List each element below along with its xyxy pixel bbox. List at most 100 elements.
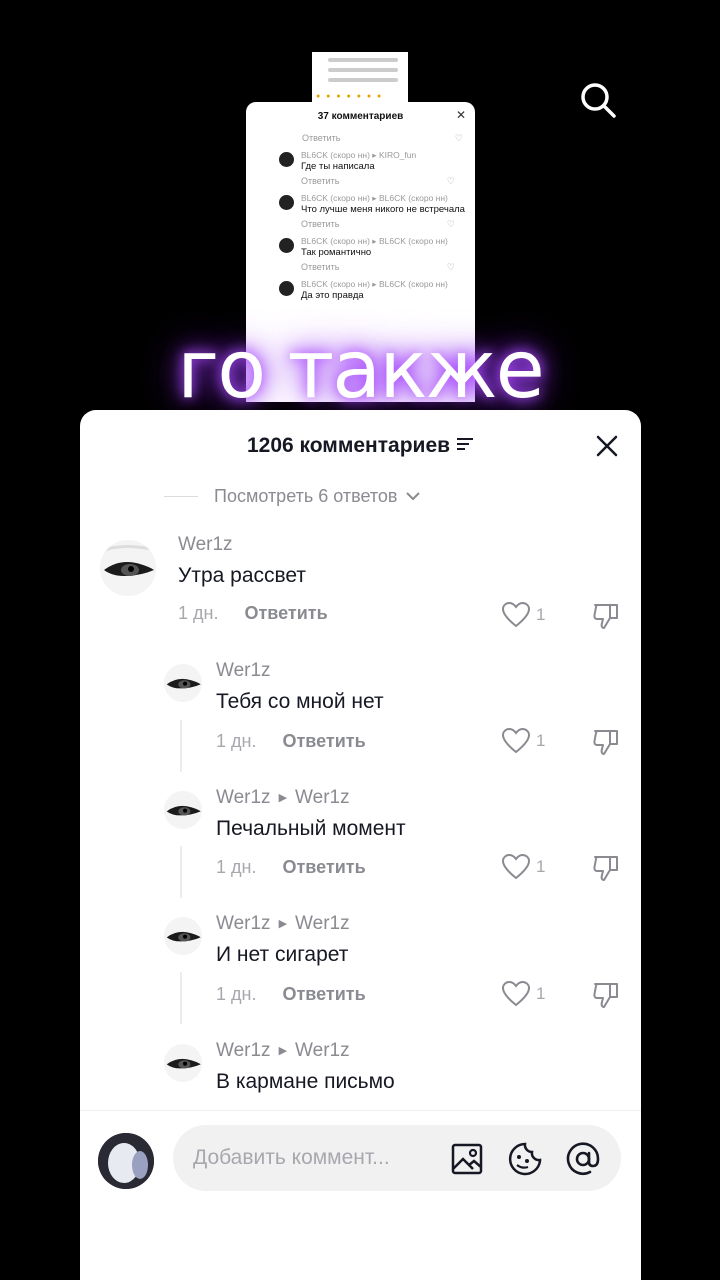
reply-to-username[interactable]: Wer1z [295,1040,350,1062]
comment-input[interactable]: Добавить коммент... [173,1125,621,1191]
comment-username[interactable]: Wer1z ▶ Wer1z [216,1040,350,1062]
comment-text: Тебя со мной нет [216,690,384,713]
comment-time: 1 дн. [178,603,219,623]
mini-panel-title: 37 комментариев [317,110,404,122]
comment-username[interactable]: Wer1z ▶ Wer1z [216,913,350,935]
comment-item: Wer1z ▶ Wer1z В кармане письмо [80,1040,641,1110]
mini-username: BL6CK (скоро нн) ▸ KIRO_fun [301,150,417,160]
mini-text: Да это правда [301,290,364,301]
mini-avatar [279,238,294,253]
thumbs-down-icon[interactable] [592,728,620,761]
user-avatar[interactable] [98,1133,154,1189]
mini-heart-icon: ♡ [446,175,455,186]
comment-item: Wer1z Утра рассвет 1 дн. Ответить 1 [80,532,641,632]
avatar[interactable] [164,664,202,702]
comment-username[interactable]: Wer1z ▶ Wer1z [216,787,350,809]
reply-arrow-icon: ▶ [278,918,288,930]
comment-time: 1 дн. [216,857,257,877]
heart-icon [502,854,530,880]
sheet-header: 1206 комментариев [80,410,641,482]
username-text[interactable]: Wer1z [216,787,271,809]
comment-meta: 1 дн. Ответить [178,602,328,624]
comment-meta: 1 дн. Ответить [216,856,366,878]
heart-icon [502,602,530,628]
username-text[interactable]: Wer1z [216,660,271,682]
view-replies-label: Посмотреть 6 ответов [214,485,398,506]
username-text[interactable]: Wer1z [178,534,233,556]
mini-reply: Ответить [302,133,341,143]
comment-username[interactable]: Wer1z [216,660,271,682]
video-caption: го также [177,323,545,416]
comment-meta: 1 дн. Ответить [216,983,366,1005]
like-button[interactable]: 1 [502,981,545,1007]
like-count: 1 [536,984,546,1003]
mini-avatar [279,152,294,167]
mini-avatar [279,281,294,296]
comment-item: Wer1z ▶ Wer1z И нет сигарет 1 дн. Ответи… [80,913,641,1023]
comment-username[interactable]: Wer1z [178,534,233,556]
avatar[interactable] [100,540,156,596]
mini-heart-icon: ♡ [454,132,463,143]
comment-time: 1 дн. [216,731,257,751]
mini-text: Так романтично [301,247,372,258]
reply-button[interactable]: Ответить [282,730,365,752]
thumbs-down-icon[interactable] [592,602,620,635]
at-icon[interactable] [565,1141,601,1177]
reply-arrow-icon: ▶ [278,792,288,804]
sort-icon[interactable] [456,437,474,456]
comment-meta: 1 дн. Ответить [216,730,366,752]
mini-text: Что лучше меня никого не встречала [301,204,465,215]
avatar[interactable] [164,917,202,955]
like-button[interactable]: 1 [502,854,545,880]
mini-comment: BL6CK (скоро нн) ▸ BL6CK (скоро нн) Так … [246,236,475,275]
emoji-icon[interactable] [507,1141,543,1177]
like-button[interactable]: 1 [502,728,545,754]
mini-text: Где ты написала [301,161,375,172]
like-count: 1 [536,605,546,624]
comment-text: Печальный момент [216,817,406,840]
mini-actions: Ответить ♡ [302,130,475,146]
reply-to-username[interactable]: Wer1z [295,787,350,809]
like-button[interactable]: 1 [502,602,545,628]
mini-reply: Ответить [301,176,340,186]
image-icon[interactable] [449,1141,485,1177]
close-icon[interactable] [595,434,619,458]
reply-button[interactable]: Ответить [282,856,365,878]
mini-username: BL6CK (скоро нн) ▸ BL6CK (скоро нн) [301,236,448,246]
username-text[interactable]: Wer1z [216,913,271,935]
mini-comment: BL6CK (скоро нн) ▸ BL6CK (скоро нн) Да э… [246,279,475,302]
mini-reply: Ответить [301,219,340,229]
heart-icon [502,728,530,754]
username-text[interactable]: Wer1z [216,1040,271,1062]
mini-comment: BL6CK (скоро нн) ▸ KIRO_fun Где ты напис… [246,150,475,189]
mini-heart-icon: ♡ [446,261,455,272]
comment-input-placeholder: Добавить коммент... [193,1146,390,1169]
mini-username: BL6CK (скоро нн) ▸ BL6CK (скоро нн) [301,193,448,203]
mini-heart-icon: ♡ [446,218,455,229]
reply-arrow-icon: ▶ [278,1045,288,1057]
avatar[interactable] [164,1044,202,1082]
thumbs-down-icon[interactable] [592,981,620,1014]
comment-text: И нет сигарет [216,943,349,966]
mini-reply: Ответить [301,262,340,272]
mini-comment: BL6CK (скоро нн) ▸ BL6CK (скоро нн) Что … [246,193,475,232]
comment-item: Wer1z ▶ Wer1z Печальный момент 1 дн. Отв… [80,787,641,897]
comment-item: Wer1z Тебя со мной нет 1 дн. Ответить 1 [80,660,641,770]
reply-to-username[interactable]: Wer1z [295,913,350,935]
divider [164,495,198,497]
heart-icon [502,981,530,1007]
mini-username: BL6CK (скоро нн) ▸ BL6CK (скоро нн) [301,279,448,289]
reply-button[interactable]: Ответить [282,983,365,1005]
view-replies-button[interactable]: Посмотреть 6 ответов [164,482,420,510]
chevron-down-icon [405,491,420,500]
avatar[interactable] [164,791,202,829]
comment-text: Утра рассвет [178,564,307,587]
mini-avatar [279,195,294,210]
thumbs-down-icon[interactable] [592,854,620,887]
search-icon[interactable] [578,80,618,120]
comment-time: 1 дн. [216,984,257,1004]
comment-input-bar: Добавить коммент... [80,1110,641,1280]
like-count: 1 [536,857,546,876]
mini-close-icon: ✕ [455,108,466,122]
reply-button[interactable]: Ответить [244,602,327,624]
